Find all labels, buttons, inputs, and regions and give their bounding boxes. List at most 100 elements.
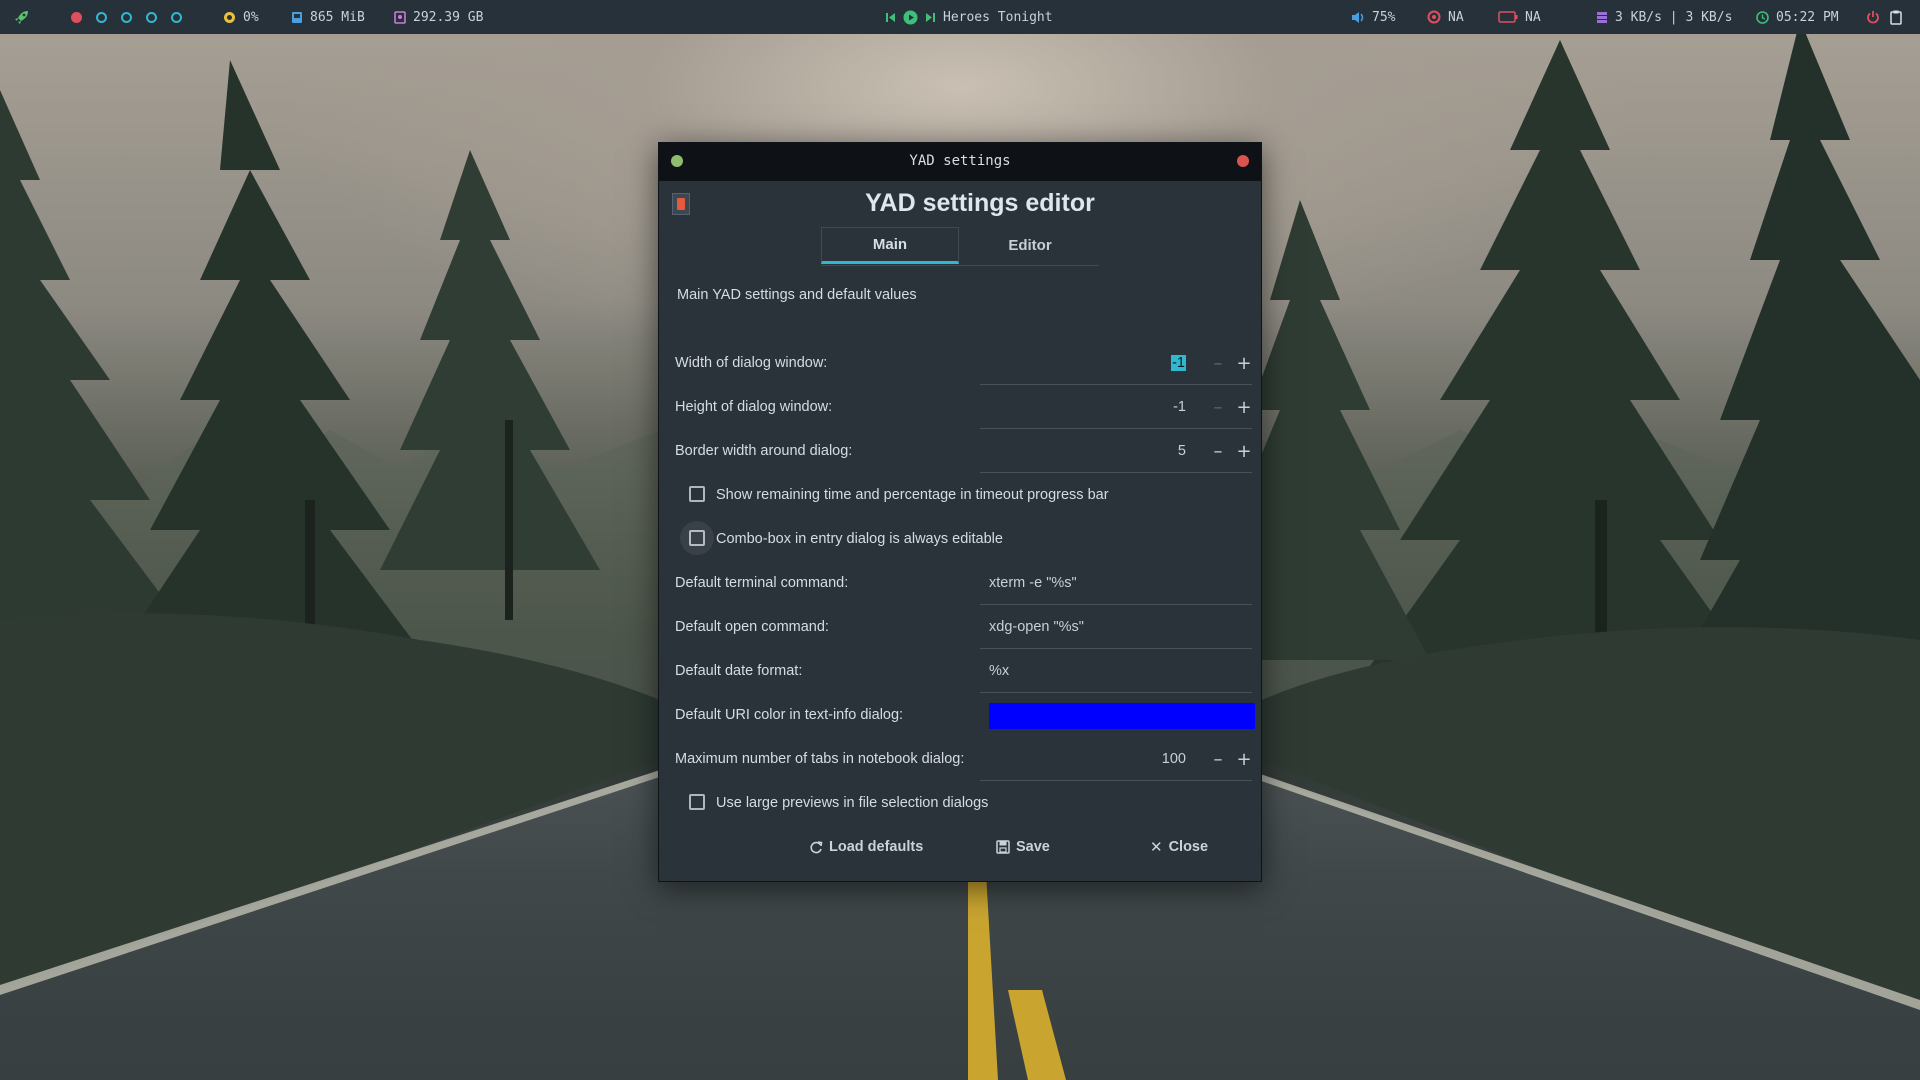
battery-value: NA (1525, 9, 1541, 25)
battery-indicator: NA (1498, 0, 1541, 34)
terminal-row: Default terminal command: xterm -e "%s" (675, 561, 1252, 605)
width-spinbutton[interactable]: -1 – + (980, 341, 1252, 385)
lock-button[interactable] (1890, 0, 1902, 34)
launcher-button[interactable] (14, 0, 30, 34)
refresh-icon (810, 840, 823, 853)
show-time-checkbox[interactable] (689, 486, 705, 502)
disk-value: 292.39 GB (413, 9, 484, 25)
width-row: Width of dialog window: -1 – + (675, 341, 1252, 385)
open-command-value[interactable]: xdg-open "%s" (989, 605, 1084, 649)
power-button[interactable] (1866, 0, 1880, 34)
width-value[interactable]: -1 (1171, 341, 1186, 385)
volume-icon (1352, 11, 1364, 23)
large-previews-row: Use large previews in file selection dia… (675, 781, 1247, 825)
date-format-row: Default date format: %x (675, 649, 1252, 693)
width-decrement-button[interactable]: – (1206, 341, 1230, 385)
play-icon[interactable] (903, 10, 918, 25)
clipboard-icon (1890, 10, 1902, 25)
tab-main[interactable]: Main (821, 227, 959, 264)
open-command-label: Default open command: (675, 619, 829, 635)
max-tabs-decrement-button[interactable]: – (1206, 737, 1230, 781)
uri-color-button[interactable] (989, 703, 1255, 729)
save-label: Save (1016, 839, 1050, 855)
clock-value: 05:22 PM (1776, 9, 1839, 25)
max-tabs-row: Maximum number of tabs in notebook dialo… (675, 737, 1252, 781)
workspace-1-button[interactable] (71, 12, 82, 23)
border-label: Border width around dialog: (675, 443, 853, 459)
media-player: Heroes Tonight (885, 0, 1053, 34)
disk-indicator: 292.39 GB (394, 0, 483, 34)
large-previews-label[interactable]: Use large previews in file selection dia… (716, 781, 988, 825)
workspace-5-button[interactable] (171, 12, 182, 23)
save-button[interactable]: Save (996, 829, 1050, 865)
clock-icon (1756, 10, 1769, 24)
workspace-2-button[interactable] (96, 12, 107, 23)
memory-value: 865 MiB (310, 9, 365, 25)
network-indicator: 3 KB/s | 3 KB/s (1596, 0, 1732, 34)
border-decrement-button[interactable]: – (1206, 429, 1230, 473)
power-icon (1867, 11, 1879, 24)
width-increment-button[interactable]: + (1232, 341, 1256, 385)
show-time-label[interactable]: Show remaining time and percentage in ti… (716, 473, 1109, 517)
volume-indicator[interactable]: 75% (1351, 0, 1395, 34)
skip-forward-icon[interactable] (925, 12, 936, 23)
date-format-label: Default date format: (675, 663, 803, 679)
open-command-row: Default open command: xdg-open "%s" (675, 605, 1252, 649)
uri-color-label: Default URI color in text-info dialog: (675, 707, 904, 723)
window-title: YAD settings (909, 153, 1011, 169)
cpu-indicator: 0% (223, 0, 259, 34)
cpu-icon (224, 11, 235, 23)
tab-description: Main YAD settings and default values (677, 287, 917, 303)
top-panel: 0% 865 MiB 292.39 GB Heroes Tonight 75% … (0, 0, 1920, 34)
height-decrement-button[interactable]: – (1206, 385, 1230, 429)
large-previews-checkbox[interactable] (689, 794, 705, 810)
terminal-command-input[interactable]: xterm -e "%s" (980, 561, 1252, 605)
load-defaults-label: Load defaults (829, 839, 924, 855)
load-defaults-button[interactable]: Load defaults (810, 829, 923, 865)
date-format-value[interactable]: %x (989, 649, 1009, 693)
save-icon (996, 840, 1010, 854)
network-value: 3 KB/s | 3 KB/s (1615, 9, 1733, 25)
skip-back-icon[interactable] (885, 12, 896, 23)
cpu-value: 0% (243, 9, 259, 25)
date-format-input[interactable]: %x (980, 649, 1252, 693)
brightness-indicator: NA (1427, 0, 1464, 34)
max-tabs-increment-button[interactable]: + (1232, 737, 1256, 781)
memory-icon (292, 11, 302, 23)
tab-bar: Main Editor (821, 227, 1099, 266)
height-spinbutton[interactable]: -1 – + (980, 385, 1252, 429)
close-label: Close (1168, 839, 1209, 855)
battery-icon (1498, 11, 1518, 23)
clock[interactable]: 05:22 PM (1756, 0, 1839, 34)
height-row: Height of dialog window: -1 – + (675, 385, 1252, 429)
workspace-3-button[interactable] (121, 12, 132, 23)
height-value[interactable]: -1 (1173, 385, 1186, 429)
combo-editable-label[interactable]: Combo-box in entry dialog is always edit… (716, 517, 1003, 561)
max-tabs-value[interactable]: 100 (1162, 737, 1186, 781)
network-icon (1597, 11, 1607, 23)
terminal-command-value[interactable]: xterm -e "%s" (989, 561, 1077, 605)
button-bar: Load defaults Save ✕ Close (659, 829, 1261, 865)
workspace-4-button[interactable] (146, 12, 157, 23)
open-command-input[interactable]: xdg-open "%s" (980, 605, 1252, 649)
window-body: YAD settings editor Main Editor Main YAD… (659, 181, 1261, 881)
close-button[interactable]: ✕ Close (1150, 829, 1208, 865)
dialog-heading: YAD settings editor (865, 189, 1095, 217)
width-label: Width of dialog window: (675, 355, 828, 371)
memory-indicator: 865 MiB (291, 0, 365, 34)
border-increment-button[interactable]: + (1232, 429, 1256, 473)
border-row: Border width around dialog: 5 – + (675, 429, 1252, 473)
max-tabs-spinbutton[interactable]: 100 – + (980, 737, 1252, 781)
height-label: Height of dialog window: (675, 399, 833, 415)
window-close-button[interactable] (1237, 155, 1249, 167)
combo-editable-checkbox[interactable] (680, 521, 714, 555)
height-increment-button[interactable]: + (1232, 385, 1256, 429)
border-value[interactable]: 5 (1178, 429, 1186, 473)
border-spinbutton[interactable]: 5 – + (980, 429, 1252, 473)
tab-editor[interactable]: Editor (961, 227, 1099, 264)
close-icon: ✕ (1150, 838, 1163, 856)
max-tabs-label: Maximum number of tabs in notebook dialo… (675, 751, 965, 767)
disk-icon (394, 10, 406, 24)
rocket-icon (15, 11, 28, 24)
window-titlebar[interactable]: YAD settings (659, 143, 1261, 181)
